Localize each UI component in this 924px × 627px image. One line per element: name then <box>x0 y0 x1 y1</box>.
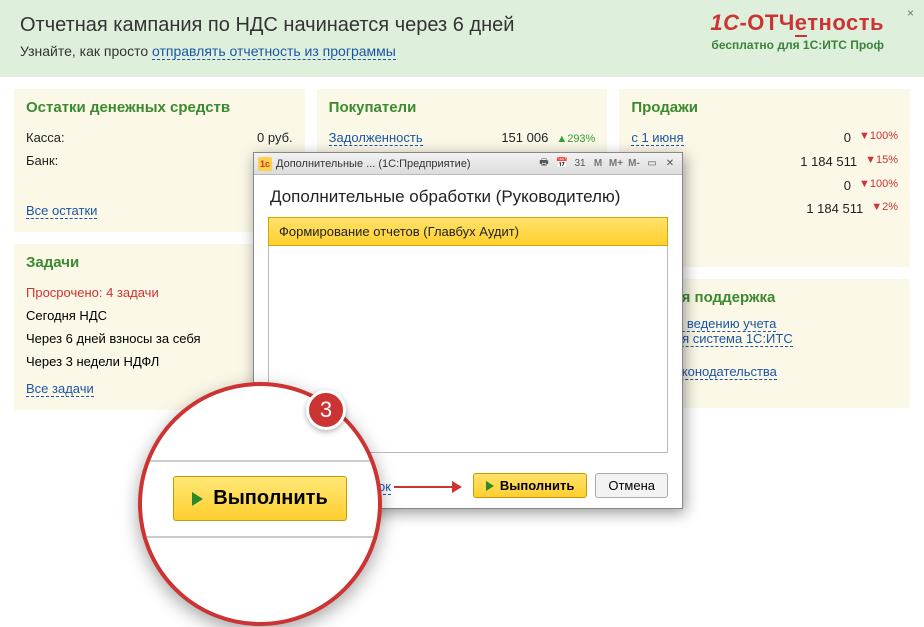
dialog-title: Дополнительные ... (1С:Предприятие) <box>276 158 532 170</box>
toolbar-day-icon[interactable]: 31 <box>572 156 588 172</box>
logo-subtext: бесплатно для 1С:ИТС Проф <box>710 38 884 52</box>
callout-arrow-line <box>394 486 454 488</box>
buyers-debt-link[interactable]: Задолженность <box>329 130 423 146</box>
banner-link[interactable]: отправлять отчетность из программы <box>152 43 396 60</box>
panel-balance-title: Остатки денежных средств <box>26 99 293 116</box>
list-item-selected[interactable]: Формирование отчетов (Главбух Аудит) <box>268 217 668 246</box>
dialog-titlebar[interactable]: 1c Дополнительные ... (1С:Предприятие) 🖶… <box>254 153 682 175</box>
balance-all-link[interactable]: Все остатки <box>26 203 97 219</box>
buyers-debt-row: Задолженность 151 006 ▲293% <box>329 126 596 150</box>
promo-banner: × Отчетная кампания по НДС начинается че… <box>0 0 924 77</box>
toolbar-mplus-button[interactable]: M+ <box>608 156 624 172</box>
zoom-execute-button[interactable]: Выполнить <box>173 476 347 521</box>
panel-sales-title: Продажи <box>631 99 898 116</box>
banner-close-icon[interactable]: × <box>907 6 914 20</box>
zoom-callout: Выполнить <box>138 382 382 626</box>
tasks-all-link[interactable]: Все задачи <box>26 381 94 397</box>
cancel-button[interactable]: Отмена <box>595 473 668 498</box>
dialog-header: Дополнительные обработки (Руководителю) <box>254 175 682 213</box>
banner-logo: 1С-ОТЧетность бесплатно для 1С:ИТС Проф <box>710 10 884 52</box>
logo-text: 1С-ОТЧетность <box>710 10 884 36</box>
play-icon <box>486 481 494 491</box>
step-badge-3: 3 <box>306 390 346 430</box>
toolbar-calendar-icon[interactable]: 📅 <box>554 156 570 172</box>
execute-button[interactable]: Выполнить <box>473 473 587 498</box>
toolbar-print-icon[interactable]: 🖶 <box>536 156 552 172</box>
play-icon <box>192 492 203 506</box>
toolbar-mminus-button[interactable]: M- <box>626 156 642 172</box>
app-icon: 1c <box>258 157 272 171</box>
callout-arrow-head-icon <box>452 481 462 493</box>
panel-buyers-title: Покупатели <box>329 99 596 116</box>
balance-row-cash: Касса: 0 руб. <box>26 126 293 149</box>
window-minimize-icon[interactable]: ▭ <box>644 156 660 172</box>
sales-row: с 1 июня 0▼100% <box>631 126 898 150</box>
toolbar-m-button[interactable]: M <box>590 156 606 172</box>
window-close-icon[interactable]: ✕ <box>662 156 678 172</box>
